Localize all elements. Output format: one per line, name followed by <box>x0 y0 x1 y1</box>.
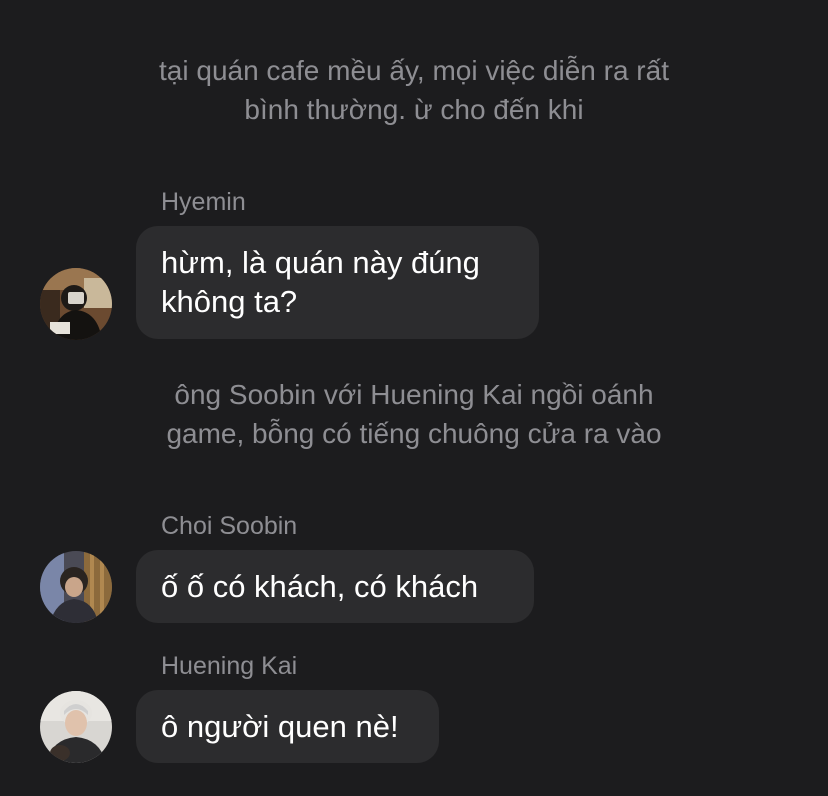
narration-line: bình thường. ừ cho đến khi <box>244 94 584 125</box>
sender-name: Huening Kai <box>161 652 298 680</box>
avatar-hyemin-icon <box>40 268 112 340</box>
avatar-soobin-icon <box>40 551 112 623</box>
narration-line: game, bỗng có tiếng chuông cửa ra vào <box>166 418 662 449</box>
avatar[interactable] <box>40 268 112 340</box>
message-bubble[interactable]: hừm, là quán này đúng không ta? <box>136 226 539 339</box>
avatar[interactable] <box>40 691 112 763</box>
narration-text: ông Soobin với Huening Kai ngồi oánh gam… <box>0 375 828 453</box>
narration-line: ông Soobin với Huening Kai ngồi oánh <box>174 379 654 410</box>
narration-text: tại quán cafe mều ấy, mọi việc diễn ra r… <box>0 51 828 129</box>
message-bubble[interactable]: ô người quen nè! <box>136 690 439 763</box>
message-text: ô người quen nè! <box>161 709 399 744</box>
message-text: hừm, là quán này đúng <box>161 245 480 280</box>
narration-line: tại quán cafe mều ấy, mọi việc diễn ra r… <box>159 55 669 86</box>
message-text: ố ố có khách, có khách <box>161 569 479 604</box>
message-bubble[interactable]: ố ố có khách, có khách <box>136 550 534 623</box>
avatar[interactable] <box>40 551 112 623</box>
sender-name: Choi Soobin <box>161 512 298 540</box>
sender-name: Hyemin <box>161 188 246 216</box>
avatar-huening-kai-icon <box>40 691 112 763</box>
message-text: không ta? <box>161 284 298 319</box>
